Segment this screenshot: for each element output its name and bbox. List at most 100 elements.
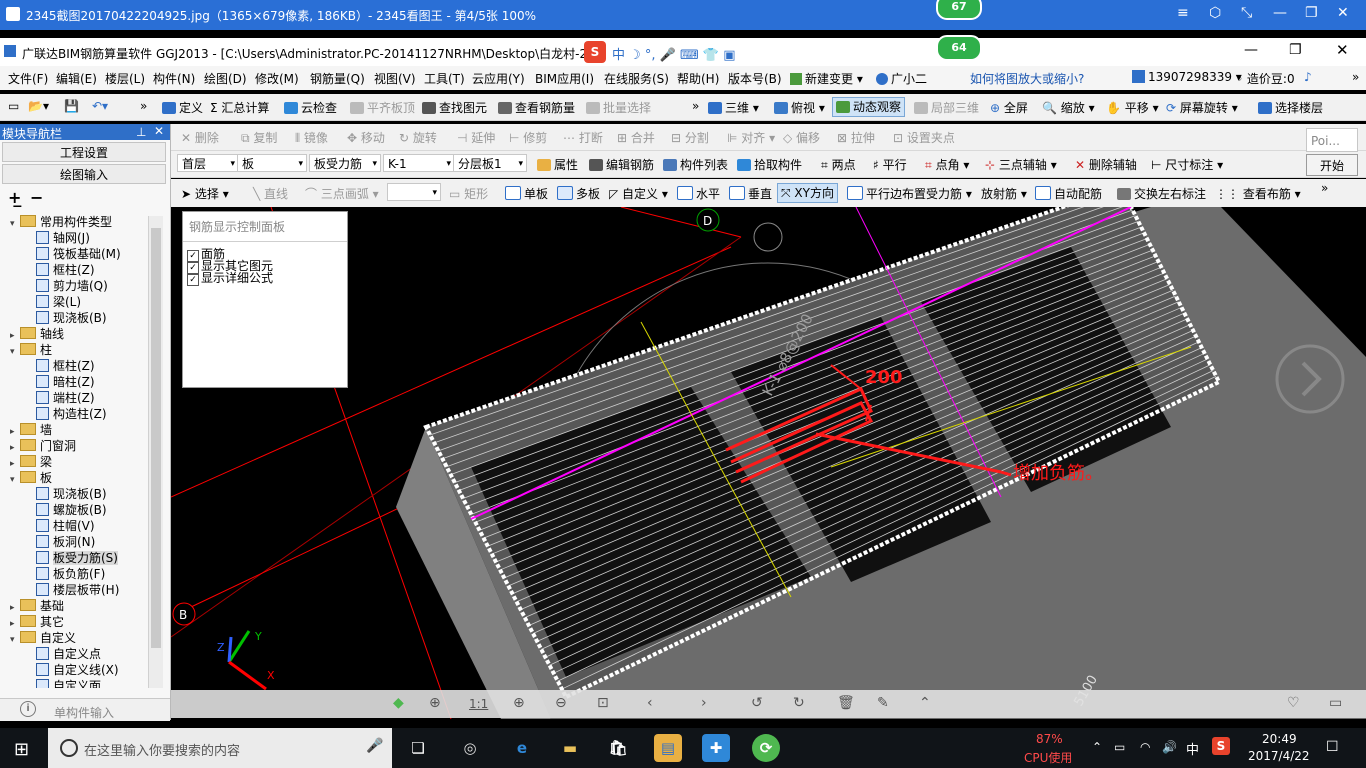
microphone-icon[interactable]: 🎤 [366, 738, 383, 754]
delete-icon[interactable]: 🗑 [837, 695, 855, 711]
toolbar4-overflow[interactable]: » [1321, 181, 1328, 195]
taskbar-search[interactable]: 在这里输入你要搜索的内容 🎤 [48, 728, 392, 768]
offset-button[interactable]: ◇ 偏移 [783, 129, 820, 146]
tree-item[interactable]: 筏板基础(M) [36, 246, 121, 262]
open-file-icon[interactable]: 📂▾ [28, 99, 49, 113]
compass-icon[interactable]: ⊕ [429, 695, 441, 711]
ime-toolbar[interactable]: 中 ☽ °, 🎤 ⌨ 👕 ▣ [612, 44, 736, 63]
poi-input[interactable]: Poi... [1306, 128, 1358, 152]
collapse-icon[interactable]: ▾ [10, 472, 20, 488]
tray-expand-icon[interactable]: ⌃ [1092, 740, 1102, 754]
minimize-icon[interactable]: — [1273, 5, 1287, 21]
ime-s-icon[interactable]: S [584, 41, 606, 63]
stretch-button[interactable]: ⊠ 拉伸 [837, 129, 875, 146]
zoom-out-icon[interactable]: ⊖ [555, 695, 567, 711]
action-center-icon[interactable]: ☐ [1326, 739, 1339, 755]
summary-button[interactable]: Σ 汇总计算 [210, 99, 269, 116]
three-point-axis-button[interactable]: ⊹ 三点辅轴 ▾ [985, 156, 1057, 173]
align-button[interactable]: ⊫ 对齐 ▾ [727, 129, 775, 146]
menu-floor[interactable]: 楼层(L) [105, 70, 145, 87]
tree-item[interactable]: 自定义点 [36, 646, 101, 662]
rotate-right-icon[interactable]: ↻ [793, 695, 805, 711]
horizontal-button[interactable]: 水平 [677, 185, 720, 202]
checkbox-show-formula[interactable]: ✓ [187, 274, 199, 286]
tree-folder[interactable]: ▸ 其它 [10, 614, 64, 630]
ggj-app-icon[interactable]: ✚ [702, 734, 730, 762]
tree-item[interactable]: 自定义线(X) [36, 662, 119, 678]
flush-top-button[interactable]: 平齐板顶 [350, 99, 415, 116]
edit-icon[interactable]: ✎ [877, 695, 889, 711]
trim-button[interactable]: ⊢ 修剪 [509, 129, 547, 146]
tree-item[interactable]: 框柱(Z) [36, 262, 95, 278]
menu-bim[interactable]: BIM应用(I) [535, 70, 594, 87]
vertical-button[interactable]: 垂直 [729, 185, 772, 202]
collapse-icon[interactable]: ▾ [10, 216, 20, 232]
start-button[interactable]: 开始 [1306, 154, 1358, 176]
collapse-icon[interactable]: ▾ [10, 344, 20, 360]
app-icon-spiral[interactable]: ◎ [456, 734, 484, 762]
360-app-icon[interactable]: ⟳ [752, 734, 780, 762]
dimension-button[interactable]: ⊢ 尺寸标注 ▾ [1151, 156, 1223, 173]
local-3d-button[interactable]: 局部三维 [914, 99, 979, 116]
delete-button[interactable]: ✕ 删除 [181, 129, 219, 146]
fullscreen-button[interactable]: ⊕ 全屏 [990, 99, 1028, 116]
folder-icon[interactable]: ▭ [1329, 695, 1342, 711]
layer-select[interactable]: 分层板1 ▾ [453, 154, 527, 172]
store-icon[interactable]: 🛍 [604, 734, 632, 762]
single-slab-button[interactable]: 单板 [505, 185, 548, 202]
user-account[interactable]: 13907298339 ▾ [1132, 70, 1242, 84]
zoom-button[interactable]: 🔍 缩放 ▾ [1042, 99, 1095, 116]
tree-folder[interactable]: ▸ 墙 [10, 422, 52, 438]
ime-indicator[interactable]: 中 [1186, 739, 1199, 758]
tree-folder[interactable]: ▸ 基础 [10, 598, 64, 614]
multi-slab-button[interactable]: 多板 [557, 185, 600, 202]
select-floor-button[interactable]: 选择楼层 [1258, 99, 1323, 116]
menu-icon[interactable]: ≡ [1177, 5, 1189, 21]
menu-component[interactable]: 构件(N) [153, 70, 195, 87]
tree-scroll-thumb[interactable] [151, 228, 161, 648]
image-viewer-app-icon[interactable]: ▤ [654, 734, 682, 762]
undo-icon[interactable]: ↶▾ [92, 99, 108, 113]
tree-item[interactable]: 剪力墙(Q) [36, 278, 108, 294]
view-rebar-layout-button[interactable]: ⋮⋮ 查看布筋 ▾ [1215, 185, 1301, 202]
line-button[interactable]: ╲ 直线 [253, 185, 288, 202]
zoom-in-icon[interactable]: ⊕ [513, 695, 525, 711]
clock-date[interactable]: 2017/4/22 [1248, 749, 1310, 763]
edit-rebar-button[interactable]: 编辑钢筋 [589, 156, 654, 173]
option-show-formula[interactable]: ✓ 显示详细公式 [187, 269, 273, 286]
find-element-button[interactable]: 查找图元 [422, 99, 487, 116]
taskbar-search-input[interactable]: 在这里输入你要搜索的内容 [84, 740, 240, 759]
3d-view-button[interactable]: 三维 ▾ [708, 99, 759, 116]
delete-axis-button[interactable]: ✕ 删除辅轴 [1075, 156, 1137, 173]
slab-3d-view[interactable]: K-1 ⌀8@200 200 增加负筋。 D B 5100 Y Z X [171, 207, 1366, 719]
nav-close-icon[interactable]: ✕ [154, 124, 164, 138]
volume-icon[interactable]: 🔊 [1162, 740, 1177, 754]
point-angle-button[interactable]: ⌗ 点角 ▾ [925, 156, 969, 173]
component-list-button[interactable]: 构件列表 [663, 156, 728, 173]
arc-button[interactable]: ⌒ 三点画弧 ▾ [305, 185, 379, 202]
tree-item[interactable]: 板负筋(F) [36, 566, 105, 582]
menu-edit[interactable]: 编辑(E) [56, 70, 97, 87]
project-settings-button[interactable]: 工程设置 [2, 142, 166, 162]
merge-button[interactable]: ⊞ 合并 [617, 129, 655, 146]
tree-item[interactable]: 螺旋板(B) [36, 502, 107, 518]
tree-folder[interactable]: ▸ 轴线 [10, 326, 64, 342]
menu-online[interactable]: 在线服务(S) [604, 70, 669, 87]
more-icon[interactable]: ⌃ [919, 695, 931, 711]
single-component-input-bar[interactable]: i 单构件输入 [0, 698, 170, 721]
notification-badge-2[interactable]: 64 [936, 35, 982, 61]
cost-beans[interactable]: ◦ 造价豆:0 [1236, 70, 1295, 87]
menu-version[interactable]: 版本号(B) [728, 70, 782, 87]
xy-direction-button[interactable]: ⤧ XY方向 [777, 183, 838, 203]
tree-item[interactable]: 自定义面 [36, 678, 101, 688]
edge-browser-icon[interactable]: e [508, 734, 536, 762]
menu-view[interactable]: 视图(V) [374, 70, 416, 87]
parallel-button[interactable]: ♯ 平行 [873, 156, 907, 173]
rotate-left-icon[interactable]: ↺ [751, 695, 763, 711]
tree-item[interactable]: 现浇板(B) [36, 310, 107, 326]
batch-select-button[interactable]: 批量选择 [586, 99, 651, 116]
tree-item[interactable]: 现浇板(B) [36, 486, 107, 502]
menu-modify[interactable]: 修改(M) [255, 70, 299, 87]
break-button[interactable]: ⋯ 打断 [563, 129, 603, 146]
new-file-icon[interactable]: ▭ [8, 99, 19, 113]
